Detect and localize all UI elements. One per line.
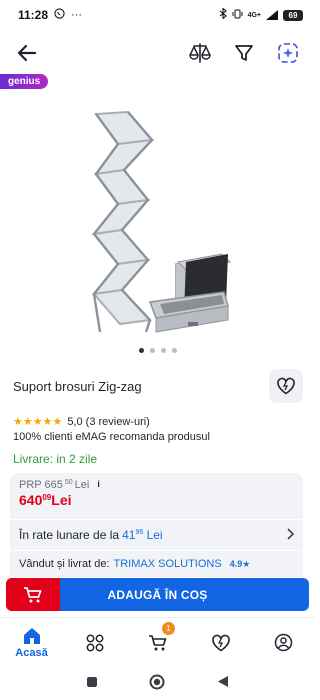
back-arrow-icon[interactable] <box>12 38 42 68</box>
price-decimals: 09 <box>42 493 52 502</box>
status-right: 4G+ 69 <box>219 7 303 22</box>
app-header <box>0 30 315 76</box>
carousel-indicator[interactable] <box>0 348 315 353</box>
heart-icon <box>277 377 295 395</box>
whatsapp-icon <box>54 8 65 22</box>
rating-text: 5,0 (3 review-uri) <box>67 415 150 428</box>
network-label: 4G+ <box>247 11 261 19</box>
recommendation-text: 100% clienti eMAG recomanda produsul <box>13 431 210 443</box>
back-nav-icon[interactable] <box>217 675 229 693</box>
cart-icon <box>6 578 60 611</box>
status-bar: 11:28 ··· 4G+ 69 <box>0 0 315 30</box>
cart-icon <box>148 634 166 650</box>
installments-row[interactable]: În rate lunare de la 4196 Lei <box>10 520 303 550</box>
carousel-dot[interactable] <box>149 348 155 353</box>
info-icon[interactable]: i <box>97 479 100 489</box>
carousel-dot-active[interactable] <box>138 348 144 353</box>
ai-assistant-icon[interactable] <box>273 38 303 68</box>
product-image[interactable] <box>0 92 315 346</box>
account-icon <box>274 633 293 652</box>
installments-value: 4196 Lei <box>122 528 163 542</box>
cart-count-badge: 1 <box>162 622 175 635</box>
product-title: Suport brosuri Zig-zag <box>13 378 142 394</box>
price-box: PRP 665 50 Lei i 640 09 Lei <box>10 473 303 519</box>
reference-price: PRP 665 50 Lei i <box>19 479 294 491</box>
seller-row: Vândut și livrat de: TRIMAX SOLUTIONS 4.… <box>10 551 303 577</box>
prp-decimals: 50 <box>64 479 73 486</box>
bottom-tab-bar: Acasă 1 <box>0 617 315 667</box>
rating-row[interactable]: ★★★★★ 5,0 (3 review-uri) <box>13 415 150 429</box>
tab-cart[interactable]: 1 <box>126 618 189 667</box>
tab-favorites[interactable] <box>189 618 252 667</box>
filter-icon[interactable] <box>229 38 259 68</box>
rating-stars: ★★★★★ <box>13 416 63 428</box>
system-nav-bar <box>0 668 315 700</box>
tab-home-label: Acasă <box>15 647 48 659</box>
bluetooth-icon <box>219 7 227 22</box>
seller-link[interactable]: TRIMAX SOLUTIONS <box>114 558 222 570</box>
genius-badge: genius <box>0 74 49 89</box>
installments-label: În rate lunare de la <box>19 528 120 542</box>
carrying-case-illustration <box>148 253 232 333</box>
home-icon <box>23 628 40 644</box>
tab-categories[interactable] <box>63 618 126 667</box>
status-overflow: ··· <box>71 9 83 21</box>
battery-icon: 69 <box>283 9 303 21</box>
signal-icon <box>266 10 278 20</box>
current-price: 640 09 Lei <box>19 492 294 508</box>
carousel-dot[interactable] <box>160 348 166 353</box>
add-to-cart-button[interactable]: ADAUGĂ ÎN COȘ <box>6 578 309 611</box>
home-nav-icon[interactable] <box>149 674 165 695</box>
favorites-icon <box>211 634 230 651</box>
seller-score: 4.9★ <box>229 558 251 569</box>
tab-account[interactable] <box>252 618 315 667</box>
recents-icon[interactable] <box>86 675 98 693</box>
tab-home[interactable]: Acasă <box>0 618 63 667</box>
header-actions <box>185 38 303 68</box>
status-time: 11:28 <box>18 8 49 22</box>
carousel-dot[interactable] <box>171 348 177 353</box>
categories-icon <box>86 634 103 651</box>
add-to-favorites-button[interactable] <box>269 369 303 403</box>
vibrate-icon <box>232 9 243 22</box>
product-title-row: Suport brosuri Zig-zag <box>13 368 303 404</box>
price-currency: Lei <box>51 492 72 508</box>
add-to-cart-label: ADAUGĂ ÎN COȘ <box>107 587 208 602</box>
price-main: 640 <box>19 492 43 508</box>
prp-label: PRP 665 <box>19 479 63 491</box>
chevron-right-icon <box>286 527 295 543</box>
delivery-text: Livrare: in 2 zile <box>13 452 98 466</box>
seller-label: Vândut și livrat de: <box>19 558 110 570</box>
compare-icon[interactable] <box>185 38 215 68</box>
prp-currency: Lei <box>74 479 90 491</box>
